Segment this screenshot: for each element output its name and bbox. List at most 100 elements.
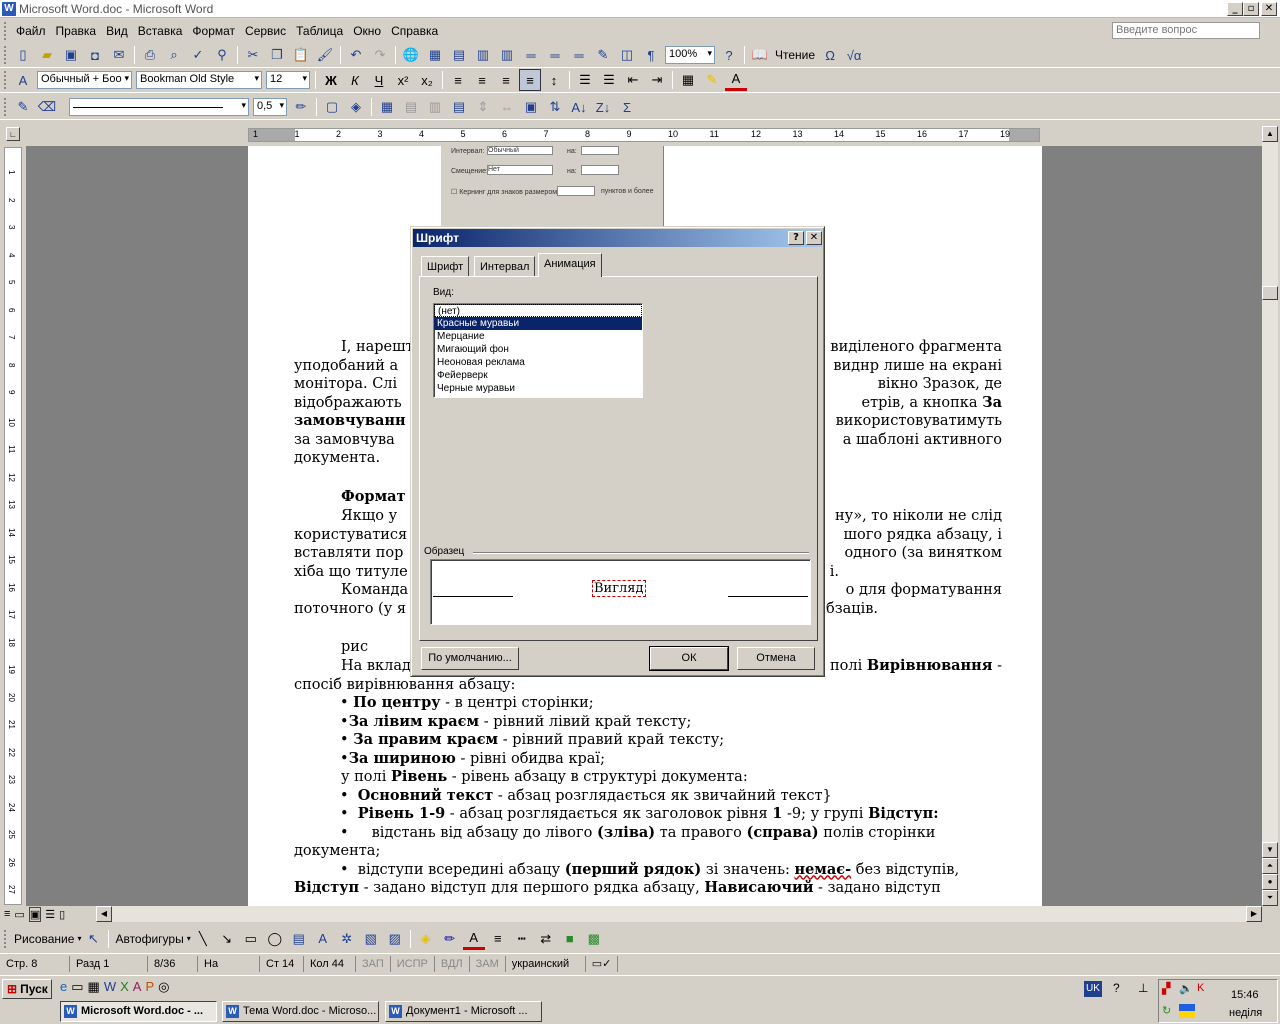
prev-page-button[interactable]: ⏶: [1262, 858, 1278, 874]
menu-view[interactable]: Вид: [101, 24, 133, 38]
line-color-icon[interactable]: ✏: [439, 928, 461, 950]
font-color-icon[interactable]: A: [725, 69, 747, 91]
scroll-thumb[interactable]: [1262, 286, 1278, 300]
menu-table[interactable]: Таблица: [291, 24, 348, 38]
antivirus-icon[interactable]: K: [1197, 982, 1204, 994]
spelling-icon[interactable]: ✓: [187, 44, 209, 66]
draw-table-icon[interactable]: ✎: [12, 96, 34, 118]
align-left-icon[interactable]: ≡: [447, 69, 469, 91]
clipart-icon[interactable]: ▧: [360, 928, 382, 950]
outline-view-icon[interactable]: ☰: [45, 908, 55, 921]
close-button[interactable]: ✕: [1261, 2, 1277, 16]
research-icon[interactable]: ⚲: [211, 44, 233, 66]
font-color-icon[interactable]: A: [462, 928, 485, 950]
toolbar-grip[interactable]: [4, 71, 8, 89]
underline-icon[interactable]: Ч: [368, 69, 390, 91]
network-icon[interactable]: ▞: [1162, 982, 1170, 995]
list-item[interactable]: Мерцание: [434, 330, 642, 343]
tab-font[interactable]: Шрифт: [421, 256, 470, 277]
insert-table-icon-2[interactable]: ▦: [376, 96, 398, 118]
menu-format[interactable]: Формат: [187, 24, 240, 38]
print-preview-icon[interactable]: ⌕: [163, 44, 185, 66]
distribute-cols-icon[interactable]: ⇔: [496, 96, 518, 118]
zoom-select[interactable]: 100%: [665, 46, 715, 64]
style-select[interactable]: Обычный + Боо: [37, 71, 132, 89]
taskbar-item-document1[interactable]: W Документ1 - Microsoft ...: [385, 1001, 542, 1022]
print-icon[interactable]: ⎙: [139, 44, 161, 66]
tab-selector[interactable]: ∟: [6, 127, 20, 141]
new-document-icon[interactable]: ▯: [12, 44, 34, 66]
autoshapes-button[interactable]: Автофигуры: [112, 932, 186, 946]
flag-icon[interactable]: [1179, 1004, 1195, 1018]
line-style-icon[interactable]: ≡: [487, 928, 509, 950]
next-page-button[interactable]: ⏷: [1262, 890, 1278, 906]
toolbar-grip[interactable]: [4, 929, 8, 948]
email-icon[interactable]: ✉: [108, 44, 130, 66]
menu-tools[interactable]: Сервис: [240, 24, 291, 38]
outside-border-icon[interactable]: ▢: [321, 96, 343, 118]
horizontal-scrollbar[interactable]: ◀ ▶: [96, 906, 1262, 922]
taskbar-item-word-doc[interactable]: W Microsoft Word.doc - ...: [60, 1001, 217, 1022]
highlight-icon[interactable]: ✎: [701, 69, 723, 91]
normal-view-icon[interactable]: ≡: [4, 908, 10, 920]
speaker-icon[interactable]: 🔈: [1179, 982, 1193, 995]
media-icon[interactable]: ◎: [158, 979, 169, 995]
list-item[interactable]: Фейерверк: [434, 369, 642, 382]
bold-icon[interactable]: Ж: [320, 69, 342, 91]
redo-icon[interactable]: ↷: [369, 44, 391, 66]
picture-icon[interactable]: ▨: [384, 928, 406, 950]
list-item[interactable]: Мигающий фон: [434, 343, 642, 356]
font-select[interactable]: Bookman Old Style: [136, 71, 262, 89]
menu-insert[interactable]: Вставка: [133, 24, 188, 38]
increase-indent-icon[interactable]: ⇥: [646, 69, 668, 91]
arrow-style-icon[interactable]: ⇄: [535, 928, 557, 950]
menu-help[interactable]: Справка: [386, 24, 443, 38]
horizontal-ruler[interactable]: 1 1 2 3 4 5 6 7 8 9 10 11 12 13 14 15 16 17 19: [248, 128, 1040, 142]
maximize-button[interactable]: ▫: [1243, 2, 1259, 16]
ok-button[interactable]: ОК: [649, 646, 729, 671]
eraser-icon[interactable]: ⌫: [36, 96, 58, 118]
align-center-icon[interactable]: ≡: [471, 69, 493, 91]
fill-color-icon[interactable]: ◈: [415, 928, 437, 950]
omega-icon[interactable]: Ω: [819, 44, 841, 66]
hyperlink-icon[interactable]: 🌐: [400, 44, 422, 66]
line-icon-3[interactable]: ═: [568, 44, 590, 66]
dialog-title-bar[interactable]: Шрифт ? ✕: [413, 229, 822, 247]
paste-icon[interactable]: 📋: [290, 44, 312, 66]
ask-question-input[interactable]: Введите вопрос: [1112, 22, 1260, 39]
copy-icon[interactable]: ❐: [266, 44, 288, 66]
desktop-icon[interactable]: ▭: [71, 979, 83, 995]
insert-table-icon[interactable]: ▤: [448, 44, 470, 66]
line-icon[interactable]: ═: [520, 44, 542, 66]
word-app-icon[interactable]: W: [2, 1, 16, 16]
pin-icon[interactable]: ⊥: [1138, 981, 1148, 995]
toolbar-grip[interactable]: [4, 98, 8, 116]
sort-desc-icon[interactable]: Z↓: [592, 96, 614, 118]
taskbar-item-tema[interactable]: W Тема Word.doc - Microso...: [222, 1001, 379, 1022]
undo-icon[interactable]: ↶: [345, 44, 367, 66]
3d-icon[interactable]: ▩: [583, 928, 605, 950]
spelling-status-icon[interactable]: ▭✓: [586, 955, 619, 972]
line-icon-2[interactable]: ═: [544, 44, 566, 66]
distribute-rows-icon[interactable]: ⇕: [472, 96, 494, 118]
select-browse-object[interactable]: ●: [1262, 874, 1278, 890]
help-icon[interactable]: ?: [1113, 981, 1120, 995]
language-indicator[interactable]: UK: [1084, 981, 1102, 997]
open-folder-icon[interactable]: ▰: [36, 44, 58, 66]
line-spacing-icon[interactable]: ↕: [543, 69, 565, 91]
diagram-icon[interactable]: ✲: [336, 928, 358, 950]
scroll-down-button[interactable]: ▼: [1262, 842, 1278, 858]
permission-icon[interactable]: ◘: [84, 44, 106, 66]
clock-time[interactable]: 15:46: [1231, 989, 1259, 1001]
cut-icon[interactable]: ✂: [242, 44, 264, 66]
insert-excel-icon[interactable]: ▥: [472, 44, 494, 66]
list-item[interactable]: (нет): [434, 304, 642, 317]
default-button[interactable]: По умолчанию...: [421, 647, 519, 670]
italic-icon[interactable]: К: [344, 69, 366, 91]
vertical-ruler[interactable]: 1 2 3 4 5 6 7 8 9 10 11 12 13 14 15 16 17 18 19 20 21 22 23 24 2…: [4, 147, 22, 905]
subscript-icon[interactable]: x₂: [416, 69, 438, 91]
arrow-tool-icon[interactable]: ↘: [216, 928, 238, 950]
help-icon[interactable]: ?: [718, 44, 740, 66]
update-icon[interactable]: ↻: [1162, 1004, 1171, 1017]
shading-icon[interactable]: ◈: [345, 96, 367, 118]
